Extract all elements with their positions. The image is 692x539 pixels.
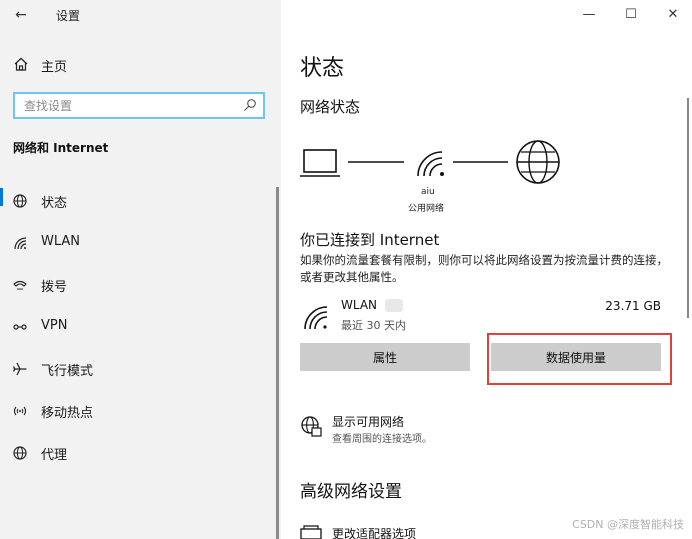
sidebar-item-vpn[interactable]: VPN: [0, 306, 276, 348]
search-input[interactable]: [15, 94, 235, 117]
globe-icon: [13, 446, 27, 460]
sidebar-item-label: 代理: [41, 448, 68, 463]
section-title: 网络和 Internet: [13, 141, 109, 155]
wifi-signal-icon: [417, 151, 444, 177]
sidebar-item-label: 飞行模式: [41, 364, 94, 379]
redacted-ssid: [385, 299, 403, 312]
connection-description: 如果你的流量套餐有限制，则你可以将此网络设置为按流量计费的连接，或者更改其他属性…: [300, 253, 668, 284]
arrow-left-icon: ←: [15, 7, 27, 23]
sidebar-item-label: 移动热点: [41, 406, 94, 421]
sidebar-item-airplane[interactable]: 飞行模式: [0, 348, 276, 390]
sidebar-item-hotspot[interactable]: 移动热点: [0, 390, 276, 432]
watermark: CSDN @深度智能科技: [572, 518, 684, 531]
connection-name: WLAN: [341, 298, 378, 312]
sidebar-item-dialup[interactable]: 拨号: [0, 264, 276, 306]
close-button[interactable]: ✕: [661, 4, 685, 24]
app-title: 设置: [56, 9, 81, 23]
airplane-icon: [12, 362, 27, 376]
main-panel: — ☐ ✕ 状态 网络状态 aiu 公用网络 你已连接到 Internet 如果…: [281, 0, 692, 539]
dialup-icon: [13, 280, 27, 290]
sidebar-item-label: 状态: [41, 196, 68, 211]
sidebar-item-status[interactable]: 状态: [0, 180, 276, 222]
maximize-icon: ☐: [625, 6, 637, 22]
close-icon: ✕: [667, 6, 679, 22]
data-usage-amount: 23.71 GB: [605, 299, 661, 313]
internet-globe-icon: [516, 140, 560, 184]
search-icon[interactable]: [243, 98, 257, 112]
sidebar-item-label: 拨号: [41, 280, 68, 295]
wifi-icon: [304, 306, 328, 330]
wifi-icon: [14, 237, 27, 250]
sidebar-item-label: WLAN: [41, 234, 81, 249]
usage-period: 最近 30 天内: [341, 319, 406, 332]
title-bar: ← 设置: [0, 0, 281, 30]
sidebar-item-label: VPN: [41, 318, 68, 333]
home-label: 主页: [41, 60, 68, 75]
available-networks-icon: [301, 416, 322, 437]
minimize-button[interactable]: —: [577, 4, 601, 24]
connected-heading: 你已连接到 Internet: [300, 231, 440, 249]
home-icon: [14, 57, 28, 71]
minimize-icon: —: [582, 6, 596, 22]
network-type: 公用网络: [408, 204, 445, 214]
show-available-networks-link[interactable]: 显示可用网络: [332, 413, 404, 430]
sidebar-item-proxy[interactable]: 代理: [0, 432, 276, 474]
main-scrollbar[interactable]: [687, 98, 689, 318]
sidebar-item-wlan[interactable]: WLAN: [0, 222, 276, 264]
adapter-icon: [300, 525, 322, 539]
home-nav-item[interactable]: 主页: [0, 52, 281, 78]
network-status-heading: 网络状态: [300, 98, 361, 116]
settings-window: ← 设置 主页 网络和 Internet: [0, 0, 692, 539]
available-networks-subtitle: 查看周围的连接选项。: [332, 434, 432, 445]
back-button[interactable]: ←: [10, 5, 32, 25]
change-adapter-options-link[interactable]: 更改适配器选项: [332, 525, 416, 539]
laptop-icon: [300, 149, 340, 177]
highlight-box: [487, 333, 672, 385]
maximize-button[interactable]: ☐: [619, 4, 643, 24]
sidebar-nav: 状态 WLAN 拨号 VPN 飞行模式 移动热点 代理: [0, 180, 276, 474]
sidebar-scrollbar[interactable]: [276, 187, 279, 539]
vpn-icon: [13, 324, 27, 330]
properties-button[interactable]: 属性: [300, 343, 470, 371]
page-title: 状态: [300, 56, 345, 81]
network-ssid: aiu: [421, 187, 435, 197]
sidebar: ← 设置 主页 网络和 Internet: [0, 0, 281, 539]
hotspot-icon: [13, 406, 27, 416]
search-box[interactable]: [13, 92, 265, 119]
status-globe-icon: [13, 194, 27, 208]
advanced-settings-heading: 高级网络设置: [300, 482, 402, 502]
